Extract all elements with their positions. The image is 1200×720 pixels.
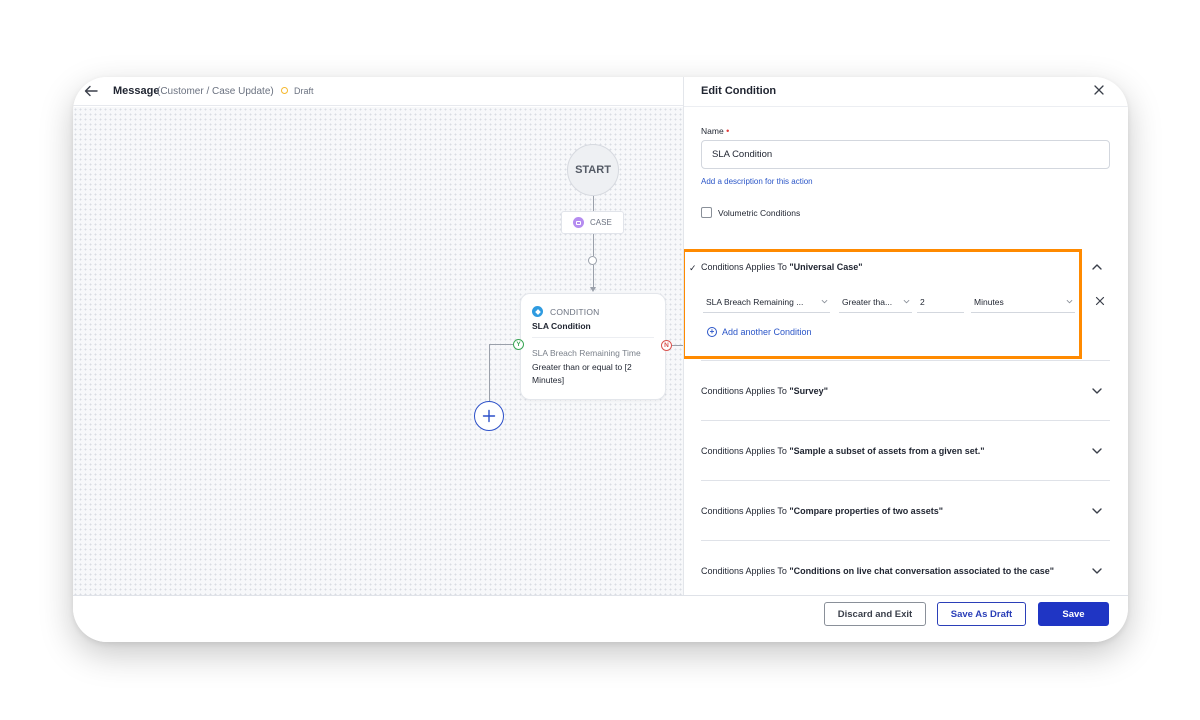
yes-branch-line (489, 344, 513, 345)
chevron-down-icon[interactable] (1090, 504, 1104, 518)
divider (701, 420, 1110, 421)
section-target: "Compare properties of two assets" (789, 506, 943, 516)
yes-branch-badge: Y (513, 339, 524, 350)
panel-title: Edit Condition (701, 85, 777, 97)
volumetric-checkbox[interactable] (701, 207, 712, 218)
check-icon: ✓ (689, 263, 697, 273)
volumetric-label: Volumetric Conditions (718, 207, 801, 218)
save-button[interactable]: Save (1038, 602, 1109, 626)
section-target: "Conditions on live chat conversation as… (789, 566, 1055, 576)
draft-status-icon (281, 87, 288, 94)
condition-node[interactable]: CONDITION SLA Condition SLA Breach Remai… (520, 293, 666, 400)
add-description-link[interactable]: Add a description for this action (701, 177, 813, 186)
section-title-sample-subset[interactable]: Conditions Applies To "Sample a subset o… (701, 446, 985, 456)
add-another-condition-link[interactable]: Add another Condition (722, 327, 812, 337)
required-indicator: • (726, 126, 730, 136)
section-title-universal-case[interactable]: Conditions Applies To "Universal Case" (701, 262, 862, 272)
unit-select-value: Minutes (974, 296, 1004, 307)
footer-bar: Discard and Exit Save As Draft Save (73, 595, 1128, 642)
connector-joint[interactable] (588, 256, 597, 265)
condition-node-operator: Greater than or equal to [2 Minutes] (532, 362, 632, 385)
page-title: Message (113, 85, 160, 97)
top-bar: Message (Customer / Case Update) Draft (73, 77, 683, 106)
unit-select[interactable]: Minutes (971, 291, 1075, 313)
section-title-survey[interactable]: Conditions Applies To "Survey" (701, 386, 828, 396)
chevron-down-icon (903, 299, 910, 304)
section-prefix: Conditions Applies To (701, 262, 790, 272)
divider (701, 360, 1110, 361)
divider (701, 540, 1110, 541)
section-target: "Survey" (789, 386, 828, 396)
name-label: Name • (701, 126, 729, 136)
chevron-down-icon[interactable] (1090, 564, 1104, 578)
case-icon (573, 217, 584, 228)
plus-icon (482, 409, 496, 423)
section-target: "Sample a subset of assets from a given … (789, 446, 985, 456)
section-prefix: Conditions Applies To (701, 566, 790, 576)
condition-node-field: SLA Breach Remaining Time (532, 348, 641, 358)
divider (701, 480, 1110, 481)
field-select[interactable]: SLA Breach Remaining ... (703, 291, 830, 313)
divider (532, 337, 654, 338)
discard-and-exit-button[interactable]: Discard and Exit (824, 602, 926, 626)
section-prefix: Conditions Applies To (701, 386, 790, 396)
field-select-value: SLA Breach Remaining ... (706, 296, 804, 307)
section-prefix: Conditions Applies To (701, 446, 790, 456)
connector-line (593, 234, 594, 256)
edit-condition-panel: Edit Condition Name • Add a description … (683, 77, 1128, 595)
yes-branch-line (489, 344, 490, 401)
name-input[interactable] (701, 140, 1110, 169)
section-title-compare-properties[interactable]: Conditions Applies To "Compare propertie… (701, 506, 943, 516)
no-branch-badge: N (661, 340, 672, 351)
back-arrow-icon[interactable] (83, 83, 99, 99)
condition-node-type: CONDITION (550, 306, 600, 317)
case-node-label: CASE (590, 218, 612, 227)
divider (684, 106, 1128, 107)
arrow-down-icon (590, 287, 596, 292)
app-window: Message (Customer / Case Update) Draft S… (73, 77, 1128, 642)
no-branch-line (672, 345, 683, 346)
condition-icon (532, 306, 543, 317)
plus-circle-icon: + (707, 327, 717, 337)
chevron-down-icon[interactable] (1090, 444, 1104, 458)
status-badge: Draft (294, 85, 314, 96)
chevron-down-icon (821, 299, 828, 304)
value-input-text: 2 (920, 296, 925, 307)
name-label-text: Name (701, 126, 724, 136)
workflow-editor: Message (Customer / Case Update) Draft S… (73, 77, 683, 595)
start-node[interactable]: START (567, 144, 619, 196)
operator-select[interactable]: Greater tha... (839, 291, 912, 313)
chevron-down-icon[interactable] (1090, 384, 1104, 398)
chevron-up-icon[interactable] (1090, 260, 1104, 274)
section-title-live-chat[interactable]: Conditions Applies To "Conditions on liv… (701, 566, 1054, 576)
add-node-button[interactable] (474, 401, 504, 431)
close-icon[interactable] (1093, 84, 1105, 96)
chevron-down-icon (1066, 299, 1073, 304)
remove-condition-icon[interactable] (1095, 296, 1105, 306)
connector-line (593, 196, 594, 211)
value-input[interactable]: 2 (917, 291, 964, 313)
operator-select-value: Greater tha... (842, 296, 893, 307)
connector-line (593, 265, 594, 289)
save-as-draft-button[interactable]: Save As Draft (937, 602, 1026, 626)
section-prefix: Conditions Applies To (701, 506, 790, 516)
case-node[interactable]: CASE (561, 211, 624, 234)
flow-canvas[interactable]: START CASE CONDITION SLA Condition SLA B… (73, 107, 683, 595)
page-subtitle: (Customer / Case Update) (157, 85, 274, 97)
condition-node-name: SLA Condition (532, 321, 591, 331)
section-target: "Universal Case" (789, 262, 863, 272)
